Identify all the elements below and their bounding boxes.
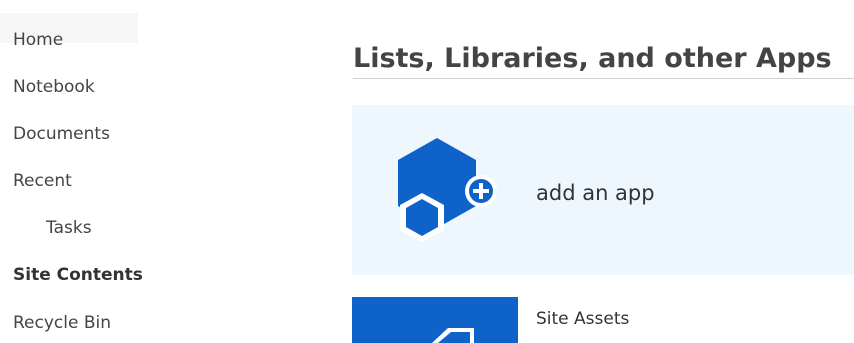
add-an-app-label: add an app (536, 181, 655, 205)
page-title: Lists, Libraries, and other Apps (353, 43, 832, 75)
app-name-site-assets: Site Assets (536, 309, 630, 329)
app-item-site-assets[interactable]: Site Assets (352, 297, 854, 343)
sidebar-item-site-contents[interactable]: Site Contents (13, 264, 143, 286)
sidebar-item-tasks[interactable]: Tasks (46, 217, 92, 239)
title-divider (353, 78, 854, 79)
sidebar-item-home[interactable]: Home (13, 29, 63, 51)
document-library-icon (352, 297, 518, 343)
sharepoint-site-contents-page: Home Notebook Documents Recent Tasks Sit… (0, 0, 854, 343)
add-an-app-tile[interactable]: add an app (352, 105, 854, 275)
quick-launch-nav: Home Notebook Documents Recent Tasks Sit… (0, 0, 270, 343)
sidebar-item-notebook[interactable]: Notebook (13, 76, 95, 98)
sidebar-item-documents[interactable]: Documents (13, 123, 110, 145)
sidebar-item-recent[interactable]: Recent (13, 170, 72, 192)
add-app-hexagon-icon (398, 138, 497, 242)
site-contents-main: Lists, Libraries, and other Apps add an … (270, 0, 854, 343)
sidebar-item-recycle-bin[interactable]: Recycle Bin (13, 312, 111, 334)
document-library-icon-shape (432, 328, 474, 343)
